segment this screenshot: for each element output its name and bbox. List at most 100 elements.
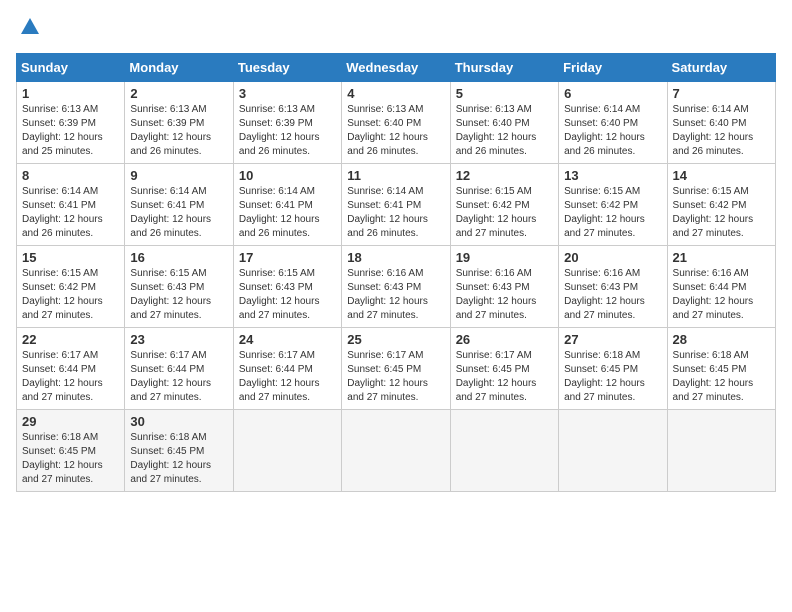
day-info: Sunrise: 6:18 AM Sunset: 6:45 PM Dayligh… [22,431,119,487]
day-number: 20 [564,250,661,265]
day-number: 26 [456,332,553,347]
calendar-cell: 18 Sunrise: 6:16 AM Sunset: 6:43 PM Dayl… [342,246,450,328]
calendar-cell: 7 Sunrise: 6:14 AM Sunset: 6:40 PM Dayli… [667,82,775,164]
day-number: 28 [673,332,770,347]
day-info: Sunrise: 6:13 AM Sunset: 6:40 PM Dayligh… [347,103,444,159]
calendar-table: SundayMondayTuesdayWednesdayThursdayFrid… [16,53,776,492]
day-info: Sunrise: 6:16 AM Sunset: 6:43 PM Dayligh… [347,267,444,323]
calendar-cell: 24 Sunrise: 6:17 AM Sunset: 6:44 PM Dayl… [233,328,341,410]
day-info: Sunrise: 6:14 AM Sunset: 6:41 PM Dayligh… [347,185,444,241]
calendar-cell: 27 Sunrise: 6:18 AM Sunset: 6:45 PM Dayl… [559,328,667,410]
day-header-saturday: Saturday [667,54,775,82]
day-number: 4 [347,86,444,101]
day-info: Sunrise: 6:13 AM Sunset: 6:40 PM Dayligh… [456,103,553,159]
calendar-week-2: 8 Sunrise: 6:14 AM Sunset: 6:41 PM Dayli… [17,164,776,246]
day-info: Sunrise: 6:14 AM Sunset: 6:41 PM Dayligh… [239,185,336,241]
day-info: Sunrise: 6:15 AM Sunset: 6:43 PM Dayligh… [239,267,336,323]
calendar-cell: 12 Sunrise: 6:15 AM Sunset: 6:42 PM Dayl… [450,164,558,246]
day-number: 29 [22,414,119,429]
day-info: Sunrise: 6:16 AM Sunset: 6:43 PM Dayligh… [564,267,661,323]
day-info: Sunrise: 6:16 AM Sunset: 6:43 PM Dayligh… [456,267,553,323]
calendar-cell: 13 Sunrise: 6:15 AM Sunset: 6:42 PM Dayl… [559,164,667,246]
calendar-cell: 22 Sunrise: 6:17 AM Sunset: 6:44 PM Dayl… [17,328,125,410]
calendar-cell: 29 Sunrise: 6:18 AM Sunset: 6:45 PM Dayl… [17,410,125,492]
calendar-cell: 2 Sunrise: 6:13 AM Sunset: 6:39 PM Dayli… [125,82,233,164]
day-info: Sunrise: 6:13 AM Sunset: 6:39 PM Dayligh… [130,103,227,159]
day-number: 27 [564,332,661,347]
day-number: 2 [130,86,227,101]
day-number: 9 [130,168,227,183]
day-header-monday: Monday [125,54,233,82]
day-number: 21 [673,250,770,265]
day-number: 24 [239,332,336,347]
day-info: Sunrise: 6:17 AM Sunset: 6:44 PM Dayligh… [130,349,227,405]
calendar-cell: 21 Sunrise: 6:16 AM Sunset: 6:44 PM Dayl… [667,246,775,328]
calendar-cell [342,410,450,492]
calendar-cell: 19 Sunrise: 6:16 AM Sunset: 6:43 PM Dayl… [450,246,558,328]
calendar-week-5: 29 Sunrise: 6:18 AM Sunset: 6:45 PM Dayl… [17,410,776,492]
day-number: 22 [22,332,119,347]
calendar-cell [450,410,558,492]
day-info: Sunrise: 6:15 AM Sunset: 6:42 PM Dayligh… [456,185,553,241]
day-info: Sunrise: 6:17 AM Sunset: 6:45 PM Dayligh… [347,349,444,405]
day-number: 19 [456,250,553,265]
day-header-thursday: Thursday [450,54,558,82]
day-header-wednesday: Wednesday [342,54,450,82]
day-header-tuesday: Tuesday [233,54,341,82]
calendar-cell: 30 Sunrise: 6:18 AM Sunset: 6:45 PM Dayl… [125,410,233,492]
logo [16,16,41,43]
day-number: 3 [239,86,336,101]
day-header-sunday: Sunday [17,54,125,82]
day-info: Sunrise: 6:15 AM Sunset: 6:42 PM Dayligh… [22,267,119,323]
day-info: Sunrise: 6:17 AM Sunset: 6:45 PM Dayligh… [456,349,553,405]
day-number: 5 [456,86,553,101]
day-info: Sunrise: 6:13 AM Sunset: 6:39 PM Dayligh… [22,103,119,159]
calendar-cell [667,410,775,492]
calendar-cell: 23 Sunrise: 6:17 AM Sunset: 6:44 PM Dayl… [125,328,233,410]
calendar-cell: 1 Sunrise: 6:13 AM Sunset: 6:39 PM Dayli… [17,82,125,164]
day-info: Sunrise: 6:15 AM Sunset: 6:43 PM Dayligh… [130,267,227,323]
calendar-cell: 4 Sunrise: 6:13 AM Sunset: 6:40 PM Dayli… [342,82,450,164]
logo-icon [19,16,41,38]
calendar-cell: 20 Sunrise: 6:16 AM Sunset: 6:43 PM Dayl… [559,246,667,328]
calendar-cell [559,410,667,492]
calendar-week-3: 15 Sunrise: 6:15 AM Sunset: 6:42 PM Dayl… [17,246,776,328]
day-number: 23 [130,332,227,347]
day-info: Sunrise: 6:18 AM Sunset: 6:45 PM Dayligh… [564,349,661,405]
day-number: 17 [239,250,336,265]
day-info: Sunrise: 6:13 AM Sunset: 6:39 PM Dayligh… [239,103,336,159]
calendar-cell: 10 Sunrise: 6:14 AM Sunset: 6:41 PM Dayl… [233,164,341,246]
day-info: Sunrise: 6:17 AM Sunset: 6:44 PM Dayligh… [22,349,119,405]
calendar-cell: 15 Sunrise: 6:15 AM Sunset: 6:42 PM Dayl… [17,246,125,328]
day-number: 14 [673,168,770,183]
calendar-cell [233,410,341,492]
calendar-cell: 8 Sunrise: 6:14 AM Sunset: 6:41 PM Dayli… [17,164,125,246]
calendar-cell: 5 Sunrise: 6:13 AM Sunset: 6:40 PM Dayli… [450,82,558,164]
day-number: 10 [239,168,336,183]
day-info: Sunrise: 6:14 AM Sunset: 6:40 PM Dayligh… [564,103,661,159]
day-number: 25 [347,332,444,347]
day-number: 30 [130,414,227,429]
calendar-cell: 28 Sunrise: 6:18 AM Sunset: 6:45 PM Dayl… [667,328,775,410]
day-number: 18 [347,250,444,265]
day-info: Sunrise: 6:14 AM Sunset: 6:41 PM Dayligh… [130,185,227,241]
day-number: 1 [22,86,119,101]
calendar-week-1: 1 Sunrise: 6:13 AM Sunset: 6:39 PM Dayli… [17,82,776,164]
day-number: 16 [130,250,227,265]
calendar-cell: 17 Sunrise: 6:15 AM Sunset: 6:43 PM Dayl… [233,246,341,328]
day-info: Sunrise: 6:14 AM Sunset: 6:41 PM Dayligh… [22,185,119,241]
day-number: 11 [347,168,444,183]
day-number: 13 [564,168,661,183]
calendar-cell: 16 Sunrise: 6:15 AM Sunset: 6:43 PM Dayl… [125,246,233,328]
day-info: Sunrise: 6:18 AM Sunset: 6:45 PM Dayligh… [130,431,227,487]
day-number: 15 [22,250,119,265]
day-info: Sunrise: 6:15 AM Sunset: 6:42 PM Dayligh… [673,185,770,241]
day-info: Sunrise: 6:16 AM Sunset: 6:44 PM Dayligh… [673,267,770,323]
day-number: 8 [22,168,119,183]
calendar-cell: 26 Sunrise: 6:17 AM Sunset: 6:45 PM Dayl… [450,328,558,410]
day-number: 12 [456,168,553,183]
calendar-cell: 6 Sunrise: 6:14 AM Sunset: 6:40 PM Dayli… [559,82,667,164]
calendar-header-row: SundayMondayTuesdayWednesdayThursdayFrid… [17,54,776,82]
calendar-cell: 25 Sunrise: 6:17 AM Sunset: 6:45 PM Dayl… [342,328,450,410]
calendar-cell: 11 Sunrise: 6:14 AM Sunset: 6:41 PM Dayl… [342,164,450,246]
